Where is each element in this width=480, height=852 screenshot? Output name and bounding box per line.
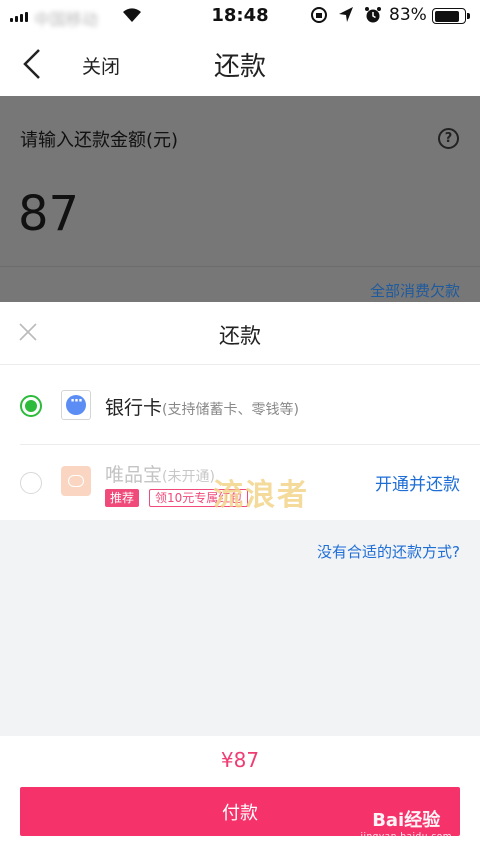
bank-card-radio[interactable] (20, 395, 42, 417)
baidu-brand: Bai经验 (372, 810, 441, 831)
footer: ¥87 付款 Bai经验 jingyan.baidu.com (0, 736, 480, 852)
divider (20, 444, 480, 445)
amount-prompt: 请输入还款金额(元) (20, 130, 179, 151)
page-title: 还款 (213, 52, 266, 82)
weipinbao-note: (未开通) (162, 469, 215, 485)
battery-icon (432, 8, 470, 24)
no-suitable-method-link[interactable]: 没有合适的还款方式? (317, 541, 460, 562)
weipinbao-radio[interactable] (20, 472, 42, 494)
baidu-url: jingyan.baidu.com (360, 832, 452, 842)
weipinbao-option[interactable]: 唯品宝(未开通) (105, 460, 215, 487)
piggy-bank-icon (61, 466, 91, 496)
repayment-form-overlay[interactable]: 请输入还款金额(元) ? 87 全部消费欠款 (0, 96, 480, 302)
payment-method-sheet: 还款 银行卡(支持储蓄卡、零钱等) 唯品宝(未开通) 推荐 领10元专属红包 流… (0, 302, 480, 520)
activate-and-repay-link[interactable]: 开通并还款 (375, 470, 460, 495)
all-debt-link[interactable]: 全部消费欠款 (370, 280, 460, 301)
watermark-text: 流浪者 (213, 478, 309, 513)
recommend-badge: 推荐 (105, 489, 140, 507)
baidu-watermark: Bai经验 jingyan.baidu.com (360, 806, 452, 842)
bank-card-option[interactable]: 银行卡(支持储蓄卡、零钱等) (105, 393, 299, 420)
total-amount: ¥87 (220, 748, 260, 772)
amount-input[interactable]: 87 (18, 186, 79, 242)
divider (0, 364, 480, 365)
divider (0, 266, 480, 267)
bank-card-icon (61, 390, 91, 420)
battery-percent: 83% (389, 5, 427, 25)
location-icon (339, 7, 353, 22)
sheet-title: 还款 (219, 324, 261, 348)
rotation-lock-icon (311, 7, 327, 23)
bank-card-note: (支持储蓄卡、零钱等) (162, 402, 299, 418)
weipinbao-label: 唯品宝 (105, 464, 163, 486)
nav-bar: 关闭 还款 (0, 32, 480, 96)
alarm-icon (365, 7, 381, 23)
bank-card-label: 银行卡 (105, 397, 163, 419)
help-icon[interactable]: ? (438, 128, 459, 149)
status-bar: 中国移动 18:48 83% (0, 0, 480, 32)
